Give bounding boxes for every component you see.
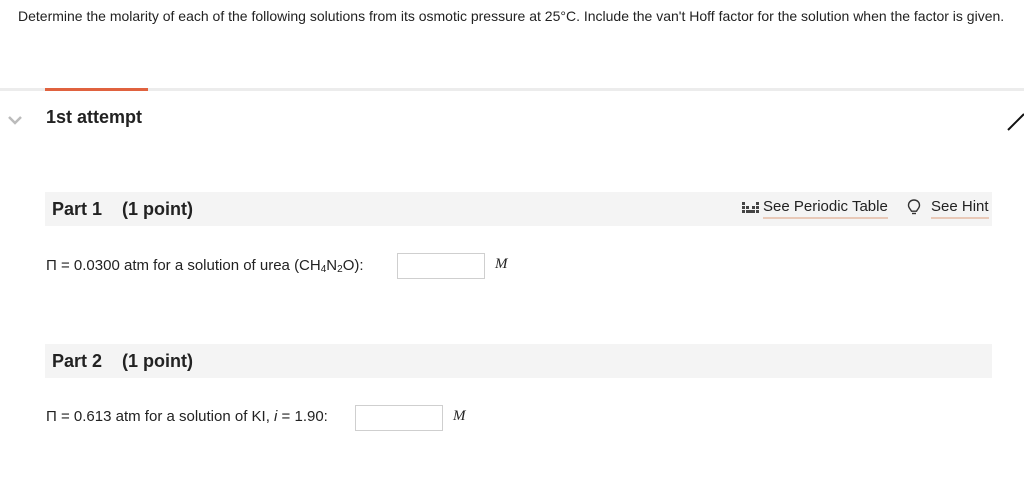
part-1-answer-input[interactable] [397, 253, 485, 279]
part-2-unit: M [453, 408, 466, 424]
part-2-prompt: Π = 0.613 atm for a solution of KI, i = … [46, 405, 328, 429]
part-2-header: Part 2 (1 point) [45, 344, 992, 378]
question-text: Determine the molarity of each of the fo… [18, 8, 1005, 24]
part-2-prompt-lead: Π = 0.613 atm for a solution of KI, [46, 408, 275, 425]
part-1-prompt-tail: O): [342, 257, 364, 274]
part-1-header: Part 1 (1 point) See Periodic Table See … [45, 192, 992, 226]
see-hint-link[interactable]: See Hint [931, 198, 989, 219]
part-1-prompt-mid: N [326, 257, 338, 274]
periodic-table-icon [742, 202, 759, 213]
part-2-label: Part 2 [52, 351, 103, 371]
part-1-prompt: Π = 0.0300 atm for a solution of urea (C… [46, 254, 364, 282]
part-1-label: Part 1 [52, 199, 103, 219]
arrow-icon [1007, 113, 1024, 131]
attempt-tab-indicator [45, 88, 148, 91]
part-2-answer-input[interactable] [355, 405, 443, 431]
chevron-down-icon[interactable] [7, 114, 23, 126]
see-periodic-table-link[interactable]: See Periodic Table [763, 198, 888, 219]
part-1-unit: M [495, 256, 508, 272]
lightbulb-icon [907, 199, 921, 215]
attempt-divider [0, 88, 1024, 91]
attempt-title: 1st attempt [46, 107, 143, 127]
part-1-points: (1 point) [122, 199, 193, 219]
part-2-points: (1 point) [122, 351, 193, 371]
part-1-prompt-lead: Π = 0.0300 atm for a solution of urea (C… [46, 257, 321, 274]
part-2-prompt-tail: = 1.90: [277, 408, 328, 425]
